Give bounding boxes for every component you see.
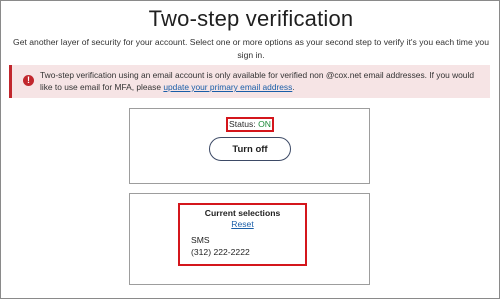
current-selections-heading: Current selections [204,208,281,218]
turn-off-button[interactable]: Turn off [209,137,291,161]
exclamation-icon: ! [23,75,34,86]
current-selections-highlight: Current selections Reset SMS (312) 222-2… [178,203,307,266]
alert-text-after: . [292,82,295,92]
update-primary-email-link[interactable]: update your primary email address [163,82,292,92]
status-indicator: Status: ON [226,117,274,132]
current-selections-card: Current selections Reset SMS (312) 222-2… [129,193,370,285]
page-title: Two-step verification [148,6,354,31]
status-label: Status: [228,119,256,129]
selection-method: SMS [191,235,210,245]
alert-message: Two-step verification using an email acc… [40,69,486,93]
reset-link[interactable]: Reset [180,219,305,229]
email-mfa-alert: ! Two-step verification using an email a… [9,65,490,98]
page-subtitle: Get another layer of security for your a… [13,37,489,60]
status-value: ON [258,119,272,129]
status-card: Status: ON Turn off [129,108,370,184]
selection-phone-number: (312) 222-2222 [191,247,250,257]
